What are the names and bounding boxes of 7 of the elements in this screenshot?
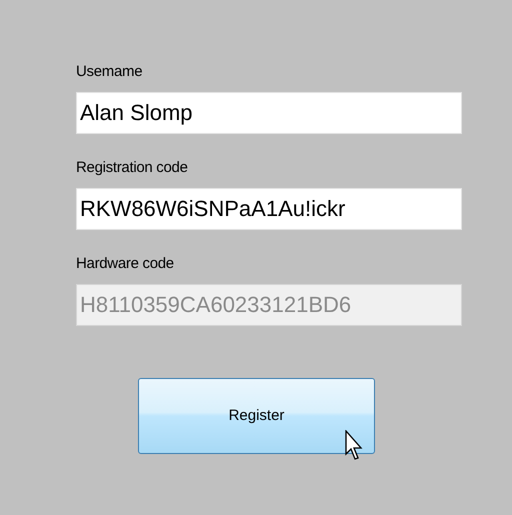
text-field[interactable]: RKW86W6iSNPaA1Au!ickr: [76, 188, 462, 230]
text-field[interactable]: Alan Slomp: [76, 92, 462, 134]
field-label: Hardware code: [76, 254, 175, 274]
mouse-pointer-icon: [345, 430, 365, 462]
register-button[interactable]: Register: [138, 378, 375, 454]
field-label: Registration code: [76, 158, 189, 178]
field-label: Usemame: [76, 62, 144, 82]
